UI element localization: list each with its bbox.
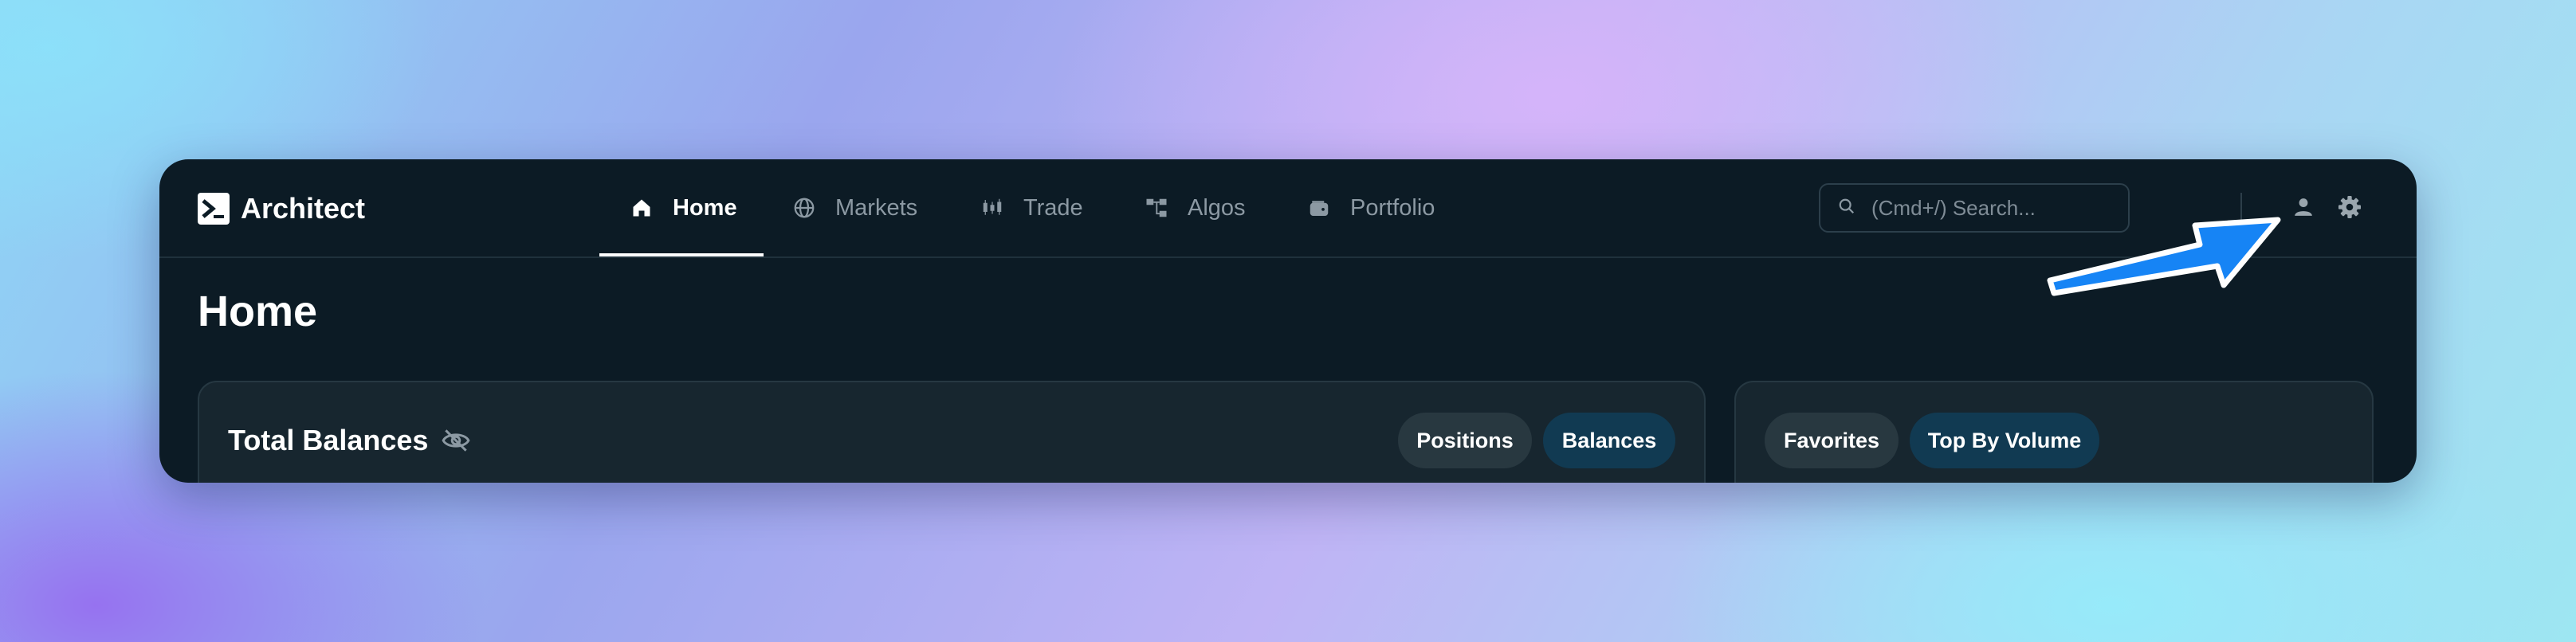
home-icon: [628, 194, 655, 221]
tab-balances-label: Balances: [1561, 428, 1657, 452]
nav-home-label: Home: [673, 194, 737, 221]
nav-markets[interactable]: Markets: [791, 159, 917, 256]
balances-panel-title: Total Balances: [228, 424, 473, 457]
tab-positions-label: Positions: [1416, 428, 1514, 452]
settings-button[interactable]: [2335, 194, 2364, 223]
tab-favorites-label: Favorites: [1783, 428, 1880, 452]
tab-top-by-volume[interactable]: Top By Volume: [1910, 413, 2099, 468]
pointer-arrow: [2047, 217, 2281, 296]
nav-algos-label: Algos: [1188, 194, 1246, 221]
user-icon: [2293, 196, 2314, 222]
nav-home[interactable]: Home: [628, 159, 737, 256]
candlestick-icon: [979, 194, 1006, 221]
eye-off-icon[interactable]: [441, 425, 473, 456]
nav-markets-label: Markets: [835, 194, 918, 221]
tab-top-by-volume-label: Top By Volume: [1927, 428, 2082, 452]
markets-panel: Favorites Top By Volume: [1734, 381, 2374, 483]
nav-portfolio-label: Portfolio: [1350, 194, 1435, 221]
tab-balances[interactable]: Balances: [1543, 413, 1675, 468]
balances-title-text: Total Balances: [228, 424, 429, 456]
wallet-icon: [1306, 194, 1333, 221]
brand[interactable]: Architect: [198, 192, 366, 225]
globe-icon: [791, 194, 818, 221]
tab-positions[interactable]: Positions: [1398, 413, 1532, 468]
balances-panel: Total Balances Positions Balances: [198, 381, 1706, 483]
search-icon: [1838, 198, 1855, 219]
gear-icon: [2337, 194, 2362, 224]
nav-algos[interactable]: Algos: [1143, 159, 1246, 256]
tab-favorites[interactable]: Favorites: [1765, 413, 1899, 468]
page-title: Home: [198, 288, 318, 335]
nav-trade[interactable]: Trade: [979, 159, 1083, 256]
active-tab-indicator: [599, 253, 764, 256]
workflow-icon: [1143, 194, 1170, 221]
nav-trade-label: Trade: [1023, 194, 1083, 221]
architect-logo-icon: [198, 193, 230, 225]
brand-name: Architect: [241, 192, 366, 225]
nav-portfolio[interactable]: Portfolio: [1306, 159, 1435, 256]
